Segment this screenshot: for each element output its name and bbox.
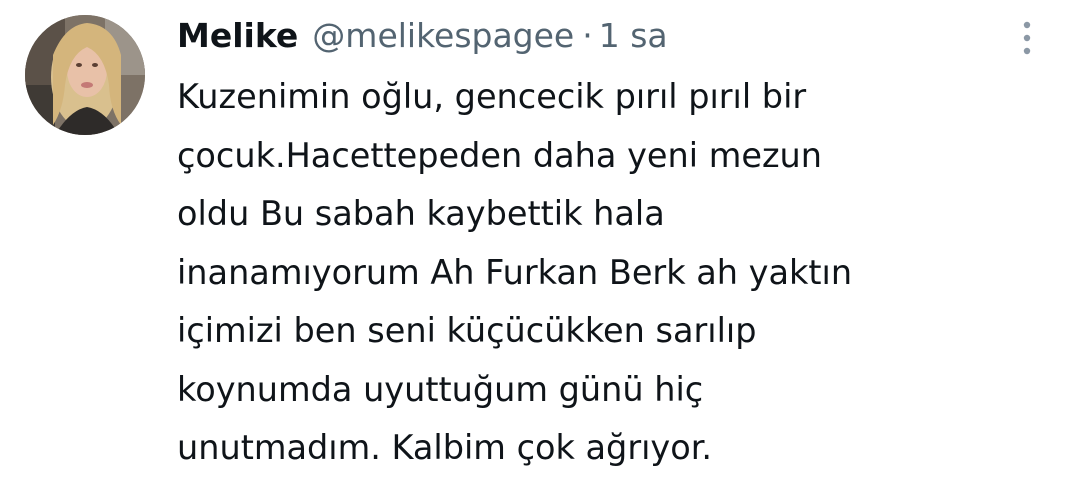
author-name[interactable]: Melike <box>177 16 298 55</box>
more-vertical-icon <box>1023 21 1031 55</box>
tweet-text: Kuzenimin oğlu, gencecik pırıl pırıl bir… <box>177 68 1057 478</box>
tweet-text-line: oldu Bu sabah kaybettik hala <box>177 194 665 233</box>
more-options-button[interactable] <box>1012 18 1042 58</box>
author-handle[interactable]: @melikespagee <box>312 16 574 55</box>
tweet-text-line: Kuzenimin oğlu, gencecik pırıl pırıl bir <box>177 77 807 116</box>
tweet-card[interactable]: Melike @melikespagee · 1 sa Kuzenimin oğ… <box>0 0 1089 496</box>
profile-photo-icon <box>25 15 145 135</box>
tweet-text-line: içimizi ben seni küçücükken sarılıp <box>177 311 757 350</box>
tweet-text-line: koynumda uyuttuğum günü hiç <box>177 369 704 409</box>
tweet-text-line: unutmadım. Kalbim çok ağrıyor. <box>177 428 713 467</box>
tweet-timestamp[interactable]: 1 sa <box>599 16 668 55</box>
separator-dot: · <box>582 15 593 55</box>
avatar[interactable] <box>25 15 145 135</box>
tweet-text-line: çocuk.Hacettepeden daha yeni mezun <box>177 135 822 175</box>
tweet-header: Melike @melikespagee · 1 sa <box>177 10 668 60</box>
tweet-text-line: inanamıyorum Ah Furkan Berk ah yaktın <box>177 252 853 292</box>
